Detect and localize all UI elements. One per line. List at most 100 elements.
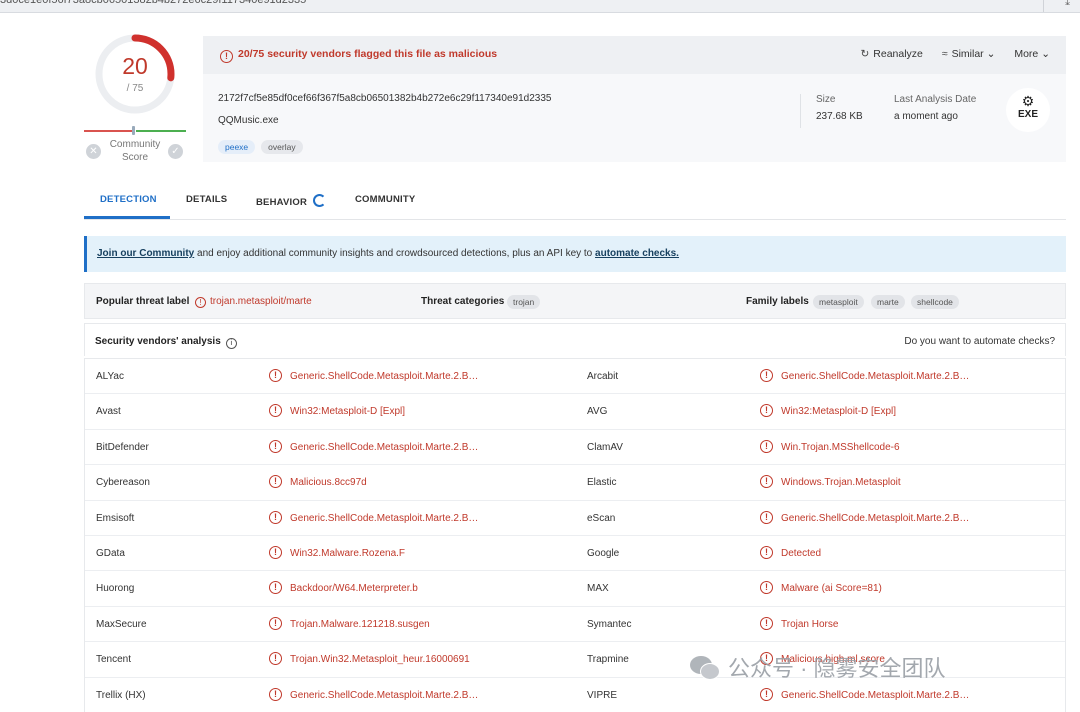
vote-malicious-icon[interactable]: ✕ bbox=[86, 144, 101, 159]
table-row: ALYac ! Generic.ShellCode.Metasploit.Mar… bbox=[85, 359, 1065, 395]
vendor-name: VIPRE bbox=[587, 689, 618, 701]
file-header-card: ! 20/75 security vendors flagged this fil… bbox=[203, 36, 1066, 162]
vendor-result: Detected bbox=[781, 547, 822, 559]
tab-detection[interactable]: DETECTION bbox=[100, 194, 157, 205]
vendor-name: Symantec bbox=[587, 618, 632, 630]
detection-score: 20 / 75 bbox=[94, 33, 176, 115]
alert-icon: ! bbox=[760, 510, 773, 524]
vendor-name: Cybereason bbox=[96, 477, 150, 489]
automate-checks-link[interactable]: automate checks. bbox=[595, 248, 679, 259]
community-score: ✕ Community Score ✓ bbox=[84, 125, 186, 165]
vendor-name: eScan bbox=[587, 512, 616, 524]
tag-overlay[interactable]: overlay bbox=[261, 140, 303, 154]
vendor-name: Trapmine bbox=[587, 654, 629, 666]
community-banner: Join our Community and enjoy additional … bbox=[84, 236, 1066, 272]
file-size: Size 237.68 KB bbox=[816, 94, 863, 122]
watermark: 公众号 · 隐雾安全团队 bbox=[690, 651, 1050, 687]
vendor-result: Win32.Malware.Rozena.F bbox=[290, 547, 406, 559]
vendor-result: Generic.ShellCode.Metasploit.Marte.2.B… bbox=[781, 689, 970, 701]
tab-community[interactable]: COMMUNITY bbox=[355, 194, 415, 205]
table-row: BitDefender ! Generic.ShellCode.Metasplo… bbox=[85, 430, 1065, 466]
alert-icon: ! bbox=[269, 510, 282, 524]
vendor-name: ClamAV bbox=[587, 441, 623, 453]
join-community-link[interactable]: Join our Community bbox=[97, 248, 194, 259]
family-tag-metasploit[interactable]: metasploit bbox=[813, 295, 864, 309]
file-hash[interactable]: 2172f7cf5e85df0cef66f367f5a8cb06501382b4… bbox=[218, 93, 551, 104]
chevron-down-icon: ⌄ bbox=[986, 48, 996, 60]
vendor-result: Trojan.Malware.121218.susgen bbox=[290, 618, 430, 630]
wechat-icon bbox=[690, 656, 720, 680]
vendor-name: Emsisoft bbox=[96, 512, 135, 524]
vendor-result: Generic.ShellCode.Metasploit.Marte.2.B… bbox=[290, 371, 479, 382]
tag-peexe[interactable]: peexe bbox=[218, 140, 256, 154]
threat-summary: Popular threat label ! trojan.metasploit/… bbox=[84, 283, 1066, 319]
alert-icon: ! bbox=[760, 545, 773, 559]
table-row: Huorong ! Backdoor/W64.Meterpreter.b MAX… bbox=[85, 571, 1065, 607]
automate-checks-prompt[interactable]: Do you want to automate checks? bbox=[904, 336, 1055, 347]
similar-icon: ≈ bbox=[941, 48, 948, 60]
reanalyze-button[interactable]: ↻ Reanalyze bbox=[860, 48, 922, 60]
alert-icon: ! bbox=[269, 404, 282, 418]
threat-categories-title: Threat categories bbox=[421, 296, 505, 307]
vendor-result: Generic.ShellCode.Metasploit.Marte.2.B… bbox=[290, 689, 479, 701]
download-icon[interactable]: ⤓ bbox=[1065, 0, 1070, 9]
vendor-result: Generic.ShellCode.Metasploit.Marte.2.B… bbox=[290, 441, 479, 453]
vendor-name: MAX bbox=[587, 583, 609, 595]
threat-category-tag[interactable]: trojan bbox=[507, 295, 541, 309]
alert-icon: ! bbox=[269, 581, 282, 595]
family-tag-marte[interactable]: marte bbox=[871, 295, 905, 309]
alert-icon: ! bbox=[269, 687, 282, 701]
alert-icon: ! bbox=[760, 439, 773, 453]
vendor-name: Google bbox=[587, 547, 620, 559]
malicious-alert: ! 20/75 security vendors flagged this fil… bbox=[220, 48, 497, 63]
address-bar[interactable]: 3d0ce1e0f56f73a8cb06501382b4b272e6c29f11… bbox=[0, 0, 1080, 13]
alert-icon: ! bbox=[269, 475, 282, 489]
tab-details[interactable]: DETAILS bbox=[186, 194, 227, 205]
vendor-result: Generic.ShellCode.Metasploit.Marte.2.B… bbox=[290, 512, 479, 524]
vendor-result: Windows.Trojan.Metasploit bbox=[781, 477, 901, 489]
table-row: Avast ! Win32:Metasploit-D [Expl] AVG ! … bbox=[85, 394, 1065, 430]
info-icon[interactable]: i bbox=[225, 338, 237, 349]
alert-icon: ! bbox=[760, 404, 773, 418]
vendor-result: Generic.ShellCode.Metasploit.Marte.2.B… bbox=[781, 371, 970, 382]
vendor-name: AVG bbox=[587, 406, 608, 418]
vendor-name: Huorong bbox=[96, 583, 135, 595]
tab-bar: DETECTION DETAILS BEHAVIOR COMMUNITY bbox=[84, 186, 1066, 220]
header-actions: ↻ Reanalyze ≈ Similar ⌄ More ⌄ bbox=[844, 48, 1050, 60]
exe-filetype-icon: ⚙ EXE bbox=[1006, 88, 1050, 132]
score-total: / 75 bbox=[126, 83, 144, 94]
vendor-result: Win.Trojan.MSShellcode-6 bbox=[781, 441, 900, 453]
vendor-name: ALYac bbox=[96, 371, 124, 382]
similar-button[interactable]: ≈ Similar ⌄ bbox=[942, 48, 996, 60]
community-score-label: Community Score bbox=[109, 139, 161, 163]
vendor-name: Trellix (HX) bbox=[96, 689, 146, 701]
vendors-analysis-header: Security vendors' analysis i Do you want … bbox=[84, 323, 1066, 356]
tab-behavior[interactable]: BEHAVIOR bbox=[256, 194, 327, 208]
more-button[interactable]: More ⌄ bbox=[1014, 48, 1050, 60]
vendor-result: Generic.ShellCode.Metasploit.Marte.2.B… bbox=[781, 512, 970, 524]
vendor-name: MaxSecure bbox=[96, 618, 147, 630]
popular-threat-label-value[interactable]: ! trojan.metasploit/marte bbox=[195, 296, 312, 308]
table-row: Cybereason ! Malicious.8cc97d Elastic ! … bbox=[85, 465, 1065, 501]
alert-icon: ! bbox=[760, 475, 773, 489]
score-detections: 20 bbox=[122, 53, 148, 79]
alert-icon: ! bbox=[220, 50, 233, 63]
community-bar-positive bbox=[136, 130, 186, 132]
alert-icon: ! bbox=[760, 369, 773, 382]
family-labels-title: Family labels bbox=[746, 296, 809, 307]
gears-icon: ⚙ bbox=[1021, 93, 1035, 109]
alert-icon: ! bbox=[760, 687, 773, 701]
vote-harmless-icon[interactable]: ✓ bbox=[168, 144, 183, 159]
vendor-name: Avast bbox=[96, 406, 121, 418]
vendor-result: Win32:Metasploit-D [Expl] bbox=[781, 406, 897, 418]
alert-icon: ! bbox=[760, 616, 773, 630]
vendors-analysis-title: Security vendors' analysis i bbox=[95, 336, 237, 349]
last-analysis-date: Last Analysis Date a moment ago bbox=[894, 94, 977, 122]
popular-threat-label-title: Popular threat label bbox=[96, 296, 190, 307]
family-tag-shellcode[interactable]: shellcode bbox=[911, 295, 959, 309]
table-row: GData ! Win32.Malware.Rozena.F Google ! … bbox=[85, 536, 1065, 572]
vendor-result: Trojan Horse bbox=[781, 618, 839, 630]
vendor-result: Trojan.Win32.Metasploit_heur.16000691 bbox=[290, 654, 470, 666]
alert-icon: ! bbox=[269, 439, 282, 453]
alert-icon: ! bbox=[269, 652, 282, 666]
